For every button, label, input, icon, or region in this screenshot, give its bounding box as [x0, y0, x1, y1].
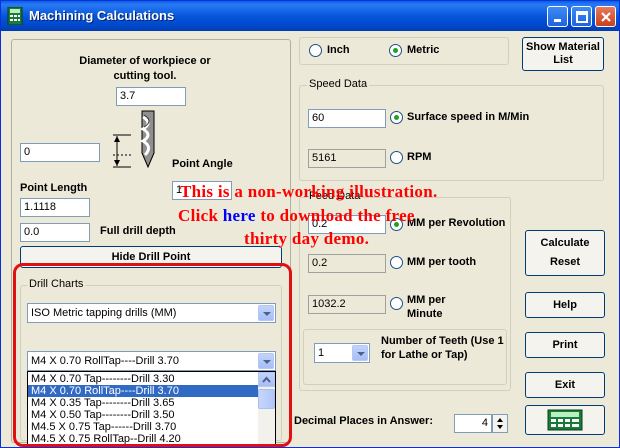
maximize-button[interactable] [571, 6, 592, 27]
point-length-label: Point Length [20, 182, 88, 194]
diameter-label: Diameter of workpiece or cutting tool. [79, 55, 211, 82]
decimal-places-spinner[interactable] [492, 414, 508, 433]
calculator-button[interactable] [525, 405, 605, 435]
drill-bit-icon [113, 110, 155, 169]
teeth-value: 1 [318, 347, 325, 359]
feed-per-min-label: MM per Minute [407, 294, 446, 320]
full-drill-depth-input[interactable]: 0.0 [20, 223, 90, 242]
surface-speed-label: Surface speed in M/Min [407, 111, 530, 123]
left-value-input[interactable]: 0 [20, 143, 100, 162]
download-link[interactable]: here [223, 206, 256, 225]
teeth-label: Number of Teeth (Use 1 for Lathe or Tap) [381, 335, 504, 361]
reset-button[interactable]: Reset [550, 253, 580, 272]
calculator-icon [547, 409, 583, 431]
feed-per-min-output: 1032.2 [308, 295, 386, 314]
window-title: Machining Calculations [29, 8, 175, 23]
feed-per-tooth-label: MM per tooth [407, 256, 477, 268]
overlay-line-1: This is a non-working illustration. [180, 182, 438, 201]
calculator-icon [7, 7, 23, 25]
point-length-input[interactable]: 1.1118 [20, 198, 90, 217]
chevron-down-icon[interactable] [352, 345, 368, 361]
help-button[interactable]: Help [525, 292, 605, 318]
feed-per-rev-label: MM per Revolution [407, 217, 506, 229]
calculate-button[interactable]: Calculate [541, 234, 590, 253]
show-material-list-button[interactable]: Show Material List [522, 37, 604, 71]
title-bar[interactable]: Machining Calculations [1, 1, 619, 31]
close-icon [601, 12, 611, 22]
inch-label: Inch [327, 44, 350, 56]
surface-speed-input[interactable]: 60 [308, 109, 386, 128]
overlay-download-text: to download the free [260, 206, 415, 225]
minimize-button[interactable] [547, 6, 568, 27]
metric-radio[interactable] [389, 44, 402, 57]
overlay-line-2: Click here to download the free [178, 206, 415, 226]
main-window: Machining Calculations Diameter of workp… [0, 0, 620, 448]
feed-per-tooth-output: 0.2 [308, 254, 386, 273]
spinner-arrows-icon [497, 418, 503, 429]
decimal-places-label: Decimal Places in Answer: [294, 415, 433, 427]
surface-speed-radio[interactable] [390, 111, 403, 124]
feed-per-min-radio[interactable] [390, 297, 403, 310]
close-button[interactable] [595, 6, 616, 27]
exit-button[interactable]: Exit [525, 372, 605, 398]
teeth-select[interactable]: 1 [314, 343, 370, 363]
maximize-icon [576, 11, 588, 23]
point-angle-label: Point Angle [172, 158, 233, 170]
rpm-radio[interactable] [390, 151, 403, 164]
overlay-line-3: thirty day demo. [244, 229, 370, 248]
minimize-icon [554, 19, 561, 22]
decimal-places-input[interactable]: 4 [454, 414, 492, 433]
full-drill-depth-label: Full drill depth [100, 225, 176, 237]
metric-label: Metric [407, 44, 440, 56]
speed-data-title: Speed Data [307, 78, 370, 90]
highlight-box [13, 263, 292, 447]
overlay-click-text: Click [178, 206, 219, 225]
print-button[interactable]: Print [525, 332, 605, 358]
rpm-output: 5161 [308, 149, 386, 168]
inch-radio[interactable] [309, 44, 322, 57]
diameter-input[interactable]: 3.7 [116, 87, 186, 106]
feed-per-tooth-radio[interactable] [390, 256, 403, 269]
rpm-label: RPM [407, 151, 432, 163]
calc-reset-button-group: Calculate Reset [525, 230, 605, 276]
